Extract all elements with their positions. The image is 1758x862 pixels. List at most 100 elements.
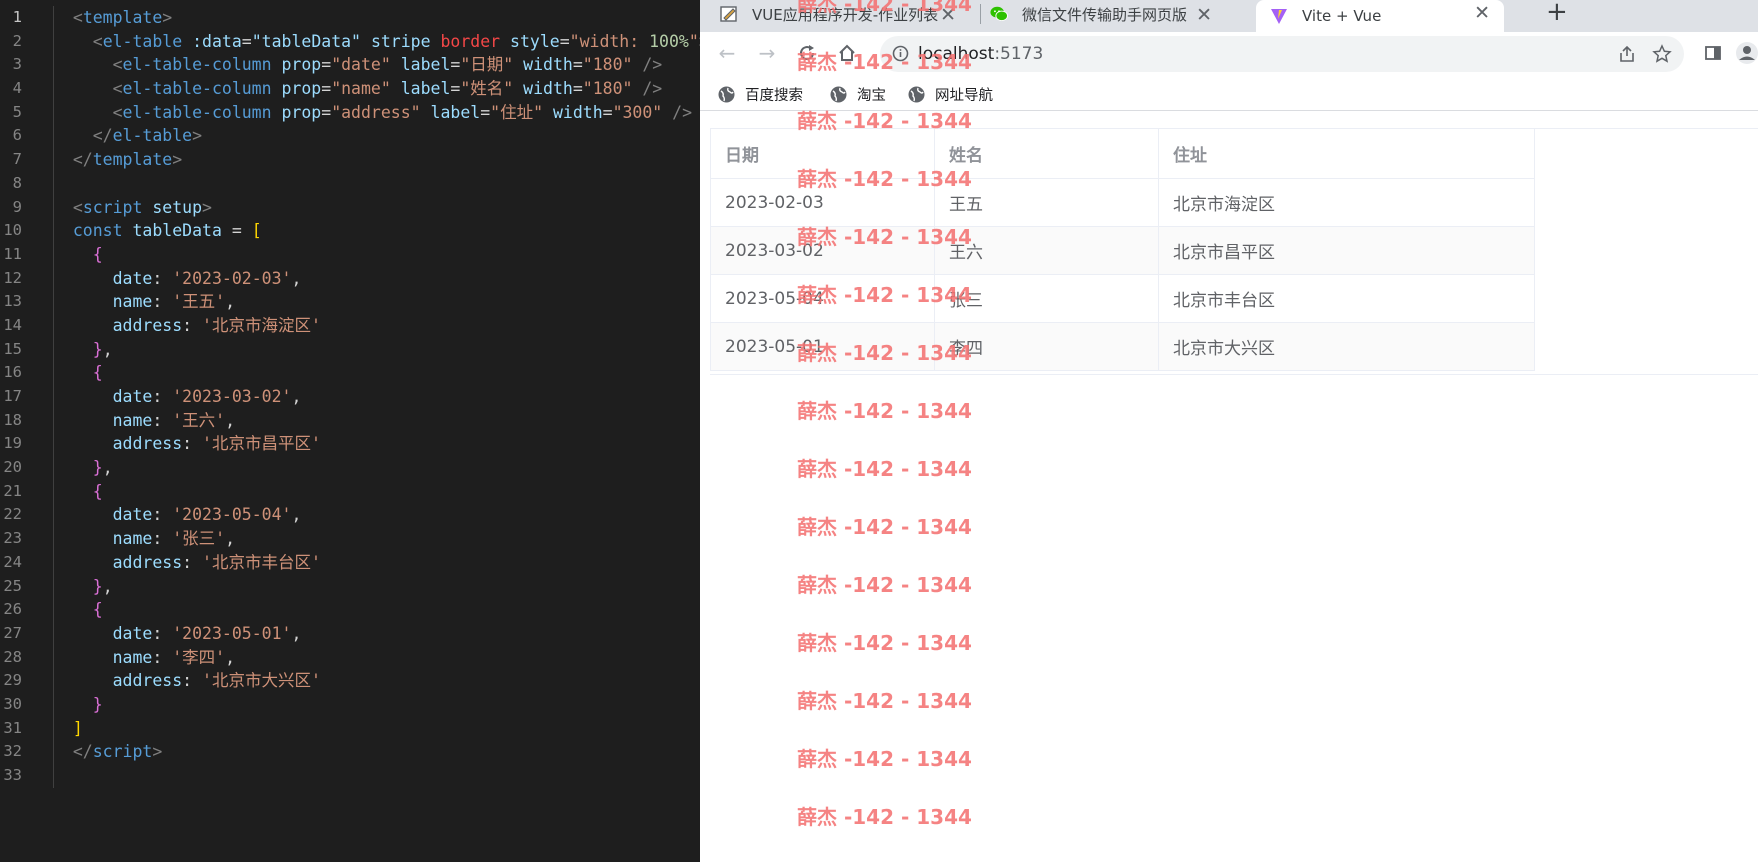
- code-line[interactable]: 27 date: '2023-05-01',: [0, 622, 700, 646]
- code-line[interactable]: 6 </el-table>: [0, 124, 700, 148]
- code-line[interactable]: 13 name: '王五',: [0, 290, 700, 314]
- code-text: </template>: [53, 148, 182, 172]
- new-tab-button[interactable]: +: [1546, 0, 1568, 27]
- code-line[interactable]: 10 const tableData = [: [0, 219, 700, 243]
- code-token: '2023-05-04': [172, 505, 292, 525]
- code-line[interactable]: 12 date: '2023-02-03',: [0, 267, 700, 291]
- close-icon[interactable]: ✕: [1196, 4, 1212, 26]
- close-icon[interactable]: ✕: [1474, 2, 1490, 24]
- bookmark-url-nav[interactable]: 网址导航: [908, 78, 993, 110]
- table-row[interactable]: 2023-02-03 王五 北京市海淀区: [710, 178, 1535, 227]
- bookmark-taobao[interactable]: 淘宝: [830, 78, 886, 110]
- code-token: 100%: [649, 31, 689, 51]
- code-line[interactable]: 21 {: [0, 480, 700, 504]
- column-header-name[interactable]: 姓名: [934, 128, 1159, 179]
- code-editor[interactable]: 1 <template> 2 <el-table :data="tableData…: [0, 0, 700, 862]
- column-header-date[interactable]: 日期: [710, 128, 935, 179]
- code-text: {: [53, 480, 103, 504]
- code-line[interactable]: 14 address: '北京市海淀区': [0, 314, 700, 338]
- code-line[interactable]: 4 <el-table-column prop="name" label="姓名…: [0, 77, 700, 101]
- code-line[interactable]: 22 date: '2023-05-04',: [0, 503, 700, 527]
- tab-vite-vue[interactable]: Vite + Vue ✕: [1256, 0, 1504, 32]
- code-line[interactable]: 18 name: '王六',: [0, 409, 700, 433]
- code-line[interactable]: 19 address: '北京市昌平区': [0, 432, 700, 456]
- code-token: tableData: [132, 221, 222, 241]
- line-number: 2: [12, 31, 22, 50]
- code-line[interactable]: 2 <el-table :data="tableData" stripe bor…: [0, 30, 700, 54]
- code-line[interactable]: 11 {: [0, 243, 700, 267]
- code-token: "name": [331, 79, 391, 99]
- code-line[interactable]: 28 name: '李四',: [0, 646, 700, 670]
- code-line[interactable]: 24 address: '北京市丰台区': [0, 551, 700, 575]
- table-row[interactable]: 2023-05-04 张三 北京市丰台区: [710, 274, 1535, 323]
- code-text: },: [53, 575, 113, 599]
- code-line[interactable]: 3 <el-table-column prop="date" label="日期…: [0, 53, 700, 77]
- code-token: template: [92, 150, 173, 170]
- profile-avatar-icon[interactable]: [1734, 40, 1758, 66]
- close-icon[interactable]: ✕: [940, 4, 956, 26]
- code-line[interactable]: 7 </template>: [0, 148, 700, 172]
- info-icon[interactable]: [892, 45, 909, 66]
- code-line[interactable]: 29 address: '北京市大兴区': [0, 669, 700, 693]
- code-line[interactable]: 30 }: [0, 693, 700, 717]
- cell-address: 北京市海淀区: [1158, 178, 1535, 227]
- code-token: '北京市丰台区': [202, 552, 321, 572]
- forward-icon[interactable]: →: [754, 40, 780, 66]
- code-line[interactable]: 32 </script>: [0, 740, 700, 764]
- code-token: =: [480, 102, 491, 122]
- tab-wechat-file-transfer[interactable]: 微信文件传输助手网页版 ✕: [990, 0, 1226, 28]
- line-number: 32: [3, 742, 22, 761]
- code-token: label: [400, 79, 451, 99]
- code-line[interactable]: 17 date: '2023-03-02',: [0, 385, 700, 409]
- tab-homework-list[interactable]: VUE应用程序开发-作业列表 ✕: [720, 0, 970, 28]
- line-number: 30: [3, 694, 22, 713]
- code-token: ,: [225, 529, 236, 549]
- code-line[interactable]: 25 },: [0, 575, 700, 599]
- code-token: [: [251, 221, 262, 241]
- code-token: '北京市昌平区': [202, 434, 321, 454]
- code-text: address: '北京市大兴区': [53, 669, 321, 693]
- home-icon[interactable]: [834, 40, 860, 66]
- code-line[interactable]: 31 ]: [0, 717, 700, 741]
- tab-title: Vite + Vue: [1302, 7, 1382, 25]
- code-token: "300": [612, 102, 663, 122]
- code-line[interactable]: 16 {: [0, 361, 700, 385]
- address-bar[interactable]: localhost:5173: [880, 36, 1684, 72]
- code-text: </script>: [53, 740, 162, 764]
- code-token: ,: [225, 292, 236, 312]
- table-row[interactable]: 2023-05-01 李四 北京市大兴区: [710, 322, 1535, 371]
- code-text: {: [53, 598, 103, 622]
- code-line[interactable]: 9 <script setup>: [0, 196, 700, 220]
- side-panel-icon[interactable]: [1700, 40, 1726, 66]
- code-text: <el-table-column prop="name" label="姓名" …: [53, 77, 663, 101]
- code-token: "180": [582, 79, 633, 99]
- line-number: 20: [3, 458, 22, 477]
- code-line[interactable]: 33: [0, 764, 700, 788]
- reload-icon[interactable]: [794, 40, 820, 66]
- code-lines[interactable]: 1 <template> 2 <el-table :data="tableData…: [0, 6, 700, 788]
- code-token: {: [92, 481, 103, 501]
- bookmark-star-icon[interactable]: [1652, 44, 1672, 68]
- back-icon[interactable]: ←: [714, 40, 740, 66]
- code-line[interactable]: 26 {: [0, 598, 700, 622]
- code-line[interactable]: 5 <el-table-column prop="address" label=…: [0, 101, 700, 125]
- code-text: date: '2023-02-03',: [53, 267, 302, 291]
- code-line[interactable]: 8: [0, 172, 700, 196]
- bookmark-baidu[interactable]: 百度搜索: [718, 78, 803, 110]
- table-row[interactable]: 2023-03-02 王六 北京市昌平区: [710, 226, 1535, 275]
- code-line[interactable]: 20 },: [0, 456, 700, 480]
- code-line[interactable]: 1 <template>: [0, 6, 700, 30]
- code-token: :: [152, 529, 173, 549]
- code-text: {: [53, 243, 103, 267]
- column-header-address[interactable]: 住址: [1158, 128, 1535, 179]
- code-token: <: [72, 197, 83, 217]
- code-line[interactable]: 15 },: [0, 338, 700, 362]
- code-line[interactable]: 23 name: '张三',: [0, 527, 700, 551]
- share-icon[interactable]: [1618, 45, 1636, 67]
